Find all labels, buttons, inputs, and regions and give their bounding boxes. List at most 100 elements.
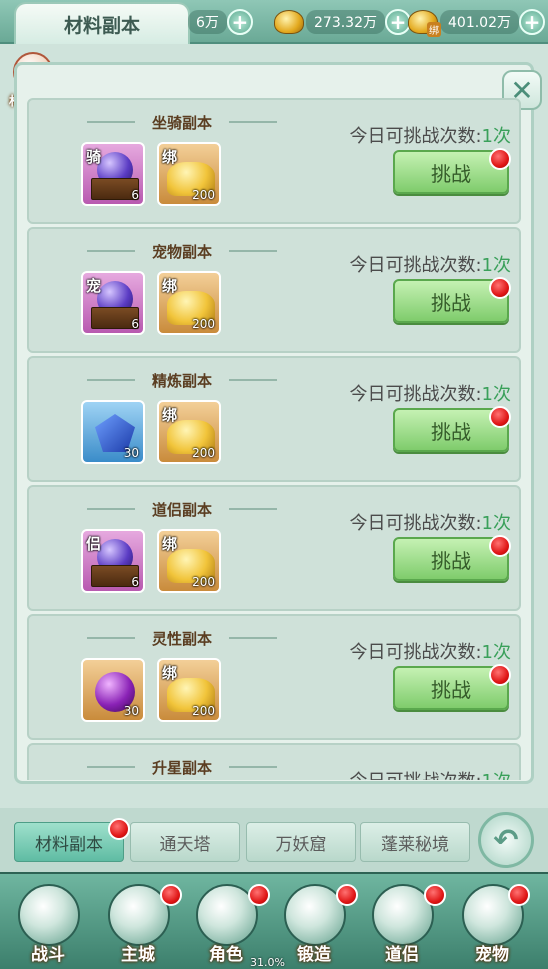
- red-dot-badge: [424, 884, 446, 906]
- item-tag: 绑: [162, 664, 178, 682]
- reward-item[interactable]: 侣 6: [81, 529, 145, 593]
- tab-demon-cave[interactable]: 万妖窟: [246, 822, 356, 862]
- dungeon-card: 升星副本 今日可挑战次数:1次: [27, 743, 521, 780]
- top-bar: 材料副本 6万 + 273.32万 + 绑 401.02万 +: [0, 0, 548, 44]
- gold-ingot-icon: [274, 10, 304, 34]
- red-dot-badge: [489, 406, 511, 428]
- tries-label: 今日可挑战次数:: [349, 513, 482, 534]
- item-tag: 侣: [86, 535, 102, 553]
- dungeon-card: 宠物副本 宠 6 绑 200 今日可挑战次数:1次 挑战: [27, 227, 521, 353]
- tries-text: 今日可挑战次数:1次: [349, 638, 511, 664]
- item-tag: 绑: [162, 406, 178, 424]
- reward-item[interactable]: 绑 200: [157, 142, 221, 206]
- tries-text: 今日可挑战次数:1次: [349, 509, 511, 535]
- item-count: 200: [192, 317, 215, 331]
- tries-value: 1次: [481, 126, 511, 147]
- dungeon-card: 道侣副本 侣 6 绑 200 今日可挑战次数:1次 挑战: [27, 485, 521, 611]
- red-dot-badge: [489, 277, 511, 299]
- item-tag: 绑: [162, 148, 178, 166]
- red-dot-badge: [336, 884, 358, 906]
- reward-item[interactable]: 绑 200: [157, 400, 221, 464]
- reward-item[interactable]: 30: [81, 400, 145, 464]
- bottom-nav: 战斗 主城 角色 锻造 道侣 宠物: [0, 872, 548, 969]
- dungeon-list[interactable]: 坐骑副本 骑 6 绑 200 今日可挑战次数:1次 挑战 宠物副本 宠 6 绑 …: [27, 98, 521, 780]
- bind-badge: 绑: [427, 22, 441, 37]
- red-dot-badge: [108, 818, 130, 840]
- tries-text: 今日可挑战次数:1次: [349, 122, 511, 148]
- item-count: 6: [131, 575, 139, 589]
- sword-icon: [18, 884, 80, 946]
- item-tag: 绑: [162, 535, 178, 553]
- dungeon-title: 坐骑副本: [87, 112, 277, 133]
- currency-2: 273.32万 +: [270, 8, 411, 36]
- tries-label: 今日可挑战次数:: [349, 255, 482, 276]
- item-count: 30: [123, 704, 139, 718]
- reward-item[interactable]: 绑 200: [157, 658, 221, 722]
- tries-value: 1次: [481, 255, 511, 276]
- reward-item[interactable]: 骑 6: [81, 142, 145, 206]
- nav-battle[interactable]: 战斗: [8, 880, 88, 968]
- bound-gold-icon: 绑: [408, 10, 441, 37]
- nav-character[interactable]: 角色: [186, 880, 270, 968]
- exp-percent: 31.0%: [250, 956, 285, 969]
- window-title: 材料副本: [14, 2, 190, 44]
- dungeon-title: 升星副本: [87, 757, 277, 778]
- item-tag: 骑: [86, 148, 102, 166]
- currency-3-value: 401.02万: [440, 10, 519, 34]
- back-button[interactable]: ↶: [478, 812, 534, 868]
- item-tag: 绑: [162, 277, 178, 295]
- nav-pet[interactable]: 宠物: [452, 880, 532, 968]
- dungeon-title: 灵性副本: [87, 628, 277, 649]
- tries-value: 1次: [481, 513, 511, 534]
- tab-penglai[interactable]: 蓬莱秘境: [360, 822, 470, 862]
- nav-label: 主城: [121, 945, 155, 965]
- tries-text: 今日可挑战次数:1次: [349, 251, 511, 277]
- red-dot-badge: [489, 148, 511, 170]
- item-tag: 宠: [86, 277, 102, 295]
- dungeon-card: 坐骑副本 骑 6 绑 200 今日可挑战次数:1次 挑战: [27, 98, 521, 224]
- item-count: 200: [192, 446, 215, 460]
- currency-2-value: 273.32万: [306, 10, 385, 34]
- dungeon-title: 道侣副本: [87, 499, 277, 520]
- item-count: 6: [131, 317, 139, 331]
- nav-label: 宠物: [475, 945, 509, 965]
- dungeon-card: 精炼副本 30 绑 200 今日可挑战次数:1次 挑战: [27, 356, 521, 482]
- nav-city[interactable]: 主城: [98, 880, 182, 968]
- nav-forge[interactable]: 锻造: [274, 880, 358, 968]
- item-count: 30: [123, 446, 139, 460]
- item-count: 200: [192, 704, 215, 718]
- reward-item[interactable]: 绑 200: [157, 529, 221, 593]
- tries-value: 1次: [481, 384, 511, 405]
- tries-label: 今日可挑战次数:: [349, 771, 481, 780]
- tab-tower[interactable]: 通天塔: [130, 822, 240, 862]
- tries-text: 今日可挑战次数:1次: [349, 767, 511, 780]
- tries-label: 今日可挑战次数:: [349, 642, 482, 663]
- tries-text: 今日可挑战次数:1次: [349, 380, 511, 406]
- item-count: 200: [192, 575, 215, 589]
- reward-item[interactable]: 宠 6: [81, 271, 145, 335]
- tab-bar: 材料副本 通天塔 万妖窟 蓬莱秘境: [0, 808, 548, 872]
- tries-label: 今日可挑战次数:: [349, 384, 482, 405]
- nav-label: 锻造: [297, 945, 331, 965]
- tries-value: 1次: [482, 771, 511, 780]
- tries-label: 今日可挑战次数:: [349, 126, 482, 147]
- tries-value: 1次: [481, 642, 511, 663]
- item-count: 6: [131, 188, 139, 202]
- reward-item[interactable]: 30: [81, 658, 145, 722]
- dungeon-card: 灵性副本 30 绑 200 今日可挑战次数:1次 挑战: [27, 614, 521, 740]
- add-currency-1-button[interactable]: +: [226, 9, 253, 35]
- nav-partner[interactable]: 道侣: [362, 880, 446, 968]
- red-dot-badge: [248, 884, 270, 906]
- dungeon-title: 宠物副本: [87, 241, 277, 262]
- item-count: 200: [192, 188, 215, 202]
- nav-label: 战斗: [31, 945, 65, 965]
- dungeon-title: 精炼副本: [87, 370, 277, 391]
- reward-item[interactable]: 绑 200: [157, 271, 221, 335]
- currency-1: 6万 +: [188, 8, 253, 36]
- add-currency-3-button[interactable]: +: [519, 9, 545, 35]
- red-dot-badge: [489, 664, 511, 686]
- nav-label: 道侣: [385, 945, 419, 965]
- red-dot-badge: [508, 884, 530, 906]
- red-dot-badge: [160, 884, 182, 906]
- currency-1-value: 6万: [188, 10, 227, 34]
